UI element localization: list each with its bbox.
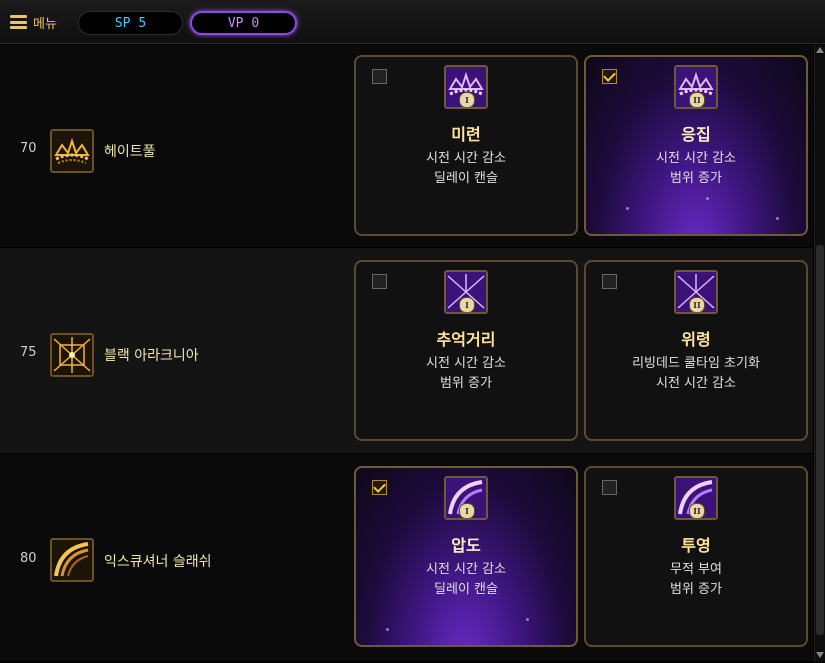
talent-desc-line-2: 범위 증가 <box>670 171 722 186</box>
talent-checkbox-checked[interactable] <box>602 69 617 84</box>
skill-name: 헤이트풀 <box>104 144 156 160</box>
talent-desc-line-2: 딜레이 캔슬 <box>434 582 498 597</box>
talent-title: 응집 <box>681 125 711 144</box>
talent-title: 미련 <box>451 125 481 144</box>
talent-desc-line-2: 범위 증가 <box>440 376 492 391</box>
skill-level: 70 <box>20 141 37 156</box>
skill-tree-list: 70 헤이트풀 I 미련 시전 시간 감소 딜레이 캔슬 II 응집 시전 시간… <box>0 45 813 661</box>
skill-row-75: 75 블랙 아라크니아 I 추억거리 시전 시간 감소 범위 증가 II 위령 … <box>0 248 813 453</box>
talent-desc-line-1: 시전 시간 감소 <box>425 562 507 577</box>
talent-desc-line-1: 리빙데드 쿨타임 초기화 <box>632 356 760 371</box>
skill-level: 80 <box>20 551 37 566</box>
talent-card-80-1[interactable]: I 압도 시전 시간 감소 딜레이 캔슬 <box>354 466 578 647</box>
talent-desc-line-2: 시전 시간 감소 <box>655 376 737 391</box>
talent-title: 압도 <box>451 536 481 555</box>
skill-name: 블랙 아라크니아 <box>104 348 199 364</box>
menu-button[interactable]: 메뉴 <box>10 11 57 33</box>
talent-checkbox[interactable] <box>602 480 617 495</box>
scroll-down-icon[interactable] <box>816 652 824 658</box>
chain-crown-icon <box>50 129 94 173</box>
tier-badge: II <box>689 92 705 107</box>
talent-desc-line-1: 무적 부여 <box>670 562 722 577</box>
talent-title: 투영 <box>681 536 711 555</box>
menu-label: 메뉴 <box>33 16 57 32</box>
talent-checkbox[interactable] <box>372 274 387 289</box>
talent-desc-line-1: 시전 시간 감소 <box>655 151 737 166</box>
scythe-slash-icon <box>50 538 94 582</box>
tier-badge: I <box>459 503 475 518</box>
talent-card-75-1[interactable]: I 추억거리 시전 시간 감소 범위 증가 <box>354 260 578 441</box>
scroll-up-icon[interactable] <box>816 47 824 53</box>
talent-card-70-1[interactable]: I 미련 시전 시간 감소 딜레이 캔슬 <box>354 55 578 236</box>
talent-checkbox-checked[interactable] <box>372 480 387 495</box>
scythe-slash-purple-icon: II <box>674 476 718 520</box>
chain-crown-purple-icon: I <box>444 65 488 109</box>
hamburger-icon <box>10 15 27 29</box>
talent-title: 추억거리 <box>436 330 496 349</box>
talent-desc-line-1: 시전 시간 감소 <box>425 356 507 371</box>
skill-name: 익스큐셔너 슬래쉬 <box>104 554 212 570</box>
vertical-scrollbar[interactable] <box>814 45 825 662</box>
spider-web-purple-icon: I <box>444 270 488 314</box>
scythe-slash-purple-icon: I <box>444 476 488 520</box>
skill-level: 75 <box>20 345 37 360</box>
top-bar: 메뉴 SP 5 VP 0 <box>0 0 825 44</box>
talent-card-80-2[interactable]: II 투영 무적 부여 범위 증가 <box>584 466 808 647</box>
tier-badge: I <box>459 297 475 312</box>
talent-title: 위령 <box>681 330 711 349</box>
sp-counter: SP 5 <box>78 11 183 35</box>
talent-desc-line-2: 딜레이 캔슬 <box>434 171 498 186</box>
spider-web-icon <box>50 333 94 377</box>
tier-badge: I <box>459 92 475 107</box>
talent-checkbox[interactable] <box>602 274 617 289</box>
talent-card-70-2[interactable]: II 응집 시전 시간 감소 범위 증가 <box>584 55 808 236</box>
scroll-thumb[interactable] <box>816 245 824 635</box>
talent-card-75-2[interactable]: II 위령 리빙데드 쿨타임 초기화 시전 시간 감소 <box>584 260 808 441</box>
skill-row-70: 70 헤이트풀 I 미련 시전 시간 감소 딜레이 캔슬 II 응집 시전 시간… <box>0 45 813 247</box>
tier-badge: II <box>689 503 705 518</box>
talent-desc-line-2: 범위 증가 <box>670 582 722 597</box>
chain-crown-purple-icon: II <box>674 65 718 109</box>
spider-web-purple-icon: II <box>674 270 718 314</box>
skill-row-80: 80 익스큐셔너 슬래쉬 I 압도 시전 시간 감소 딜레이 캔슬 II 투영 … <box>0 454 813 661</box>
talent-desc-line-1: 시전 시간 감소 <box>425 151 507 166</box>
talent-checkbox[interactable] <box>372 69 387 84</box>
vp-counter: VP 0 <box>190 11 297 35</box>
tier-badge: II <box>689 297 705 312</box>
